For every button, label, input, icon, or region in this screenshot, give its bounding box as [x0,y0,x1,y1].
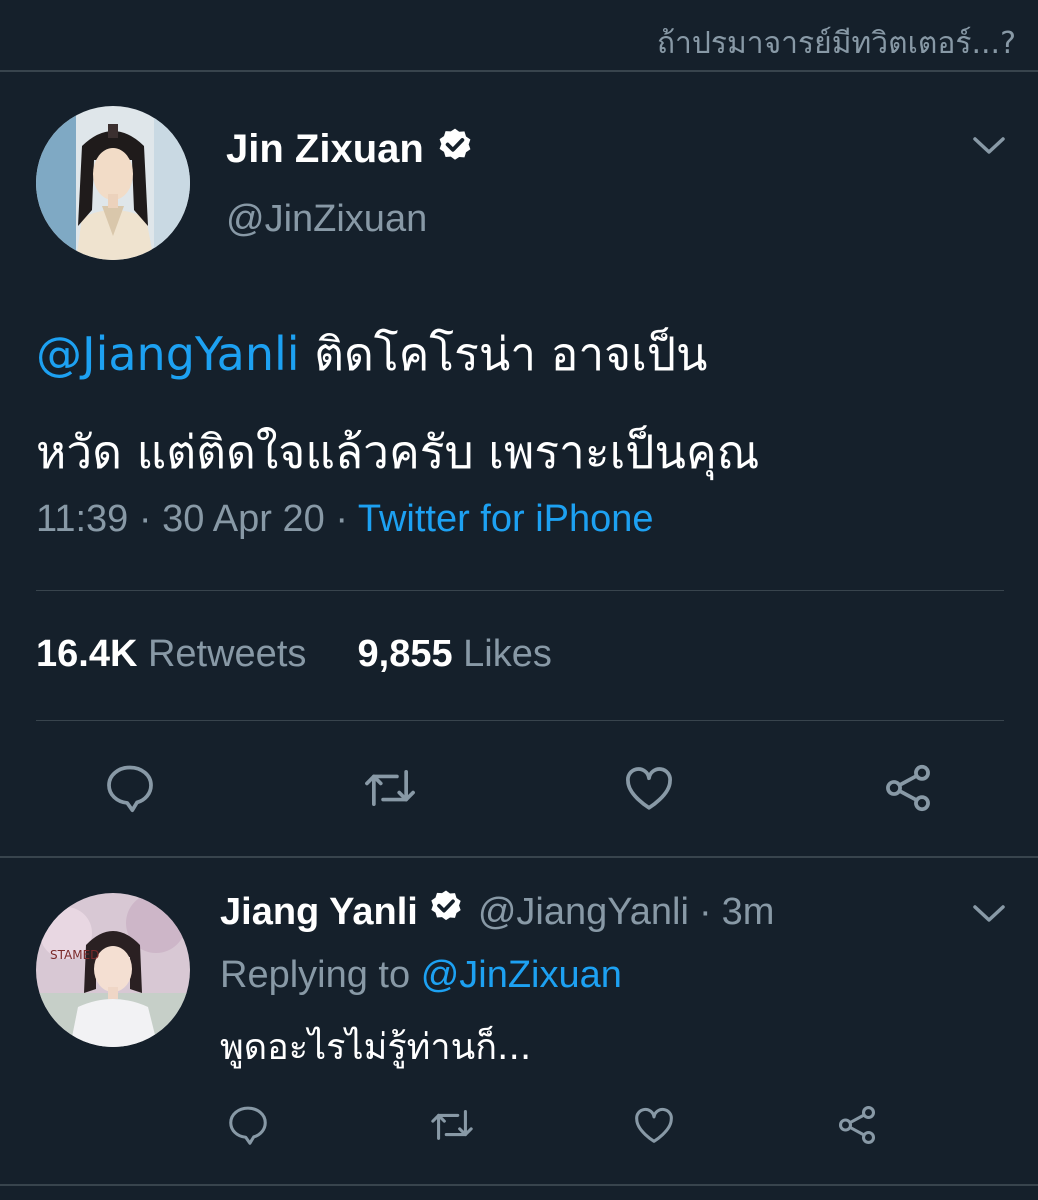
retweets-label: Retweets [147,633,307,675]
header-divider [0,70,1038,72]
likes-label: Likes [463,633,552,675]
main-tweet-handle[interactable]: @JinZixuan [226,198,427,241]
share-icon[interactable] [878,760,938,816]
tweet-time: 11:39 [36,498,129,540]
meta-divider [36,590,1004,591]
reply-tweet-author[interactable]: Jiang Yanli @JiangYanli · 3m [220,888,774,937]
stats-divider [36,720,1004,721]
reply-age: 3m [721,891,775,933]
like-icon[interactable] [630,1102,678,1148]
tweet-divider [0,856,1038,858]
tweet-stats: 16.4K Retweets 9,855 Likes [36,633,552,676]
bottom-divider [0,1184,1038,1186]
retweet-icon[interactable] [360,760,420,816]
tweet-text-line-1: @JiangYanli ติดโคโรน่า อาจเป็น [36,305,1006,403]
svg-text:STAMED: STAMED [50,948,99,962]
main-tweet-text: @JiangYanli ติดโคโรน่า อาจเป็น หวัด แต่ต… [36,305,1006,501]
tweet-text-line-1-rest: ติดโคโรน่า อาจเป็น [299,327,708,381]
tweet-source-link[interactable]: Twitter for iPhone [358,498,654,540]
share-icon[interactable] [832,1102,882,1148]
reply-tweet-text: พูดอะไรไม่รู้ท่านก็... [220,1027,532,1068]
retweet-icon[interactable] [426,1102,478,1148]
main-tweet-author[interactable]: Jin Zixuan [226,126,476,172]
tweet-mention-link[interactable]: @JiangYanli [36,327,300,381]
chevron-down-icon[interactable] [972,902,1006,930]
page-caption: ถ้าปรมาจารย์มีทวิตเตอร์...? [656,26,1016,61]
reply-handle[interactable]: @JiangYanli [478,891,689,934]
jin-zixuan-avatar[interactable] [36,106,190,260]
meta-separator: · [138,498,163,540]
reply-separator: · [698,891,712,933]
tweet-text-line-2: หวัด แต่ติดใจแล้วครับ เพราะเป็นคุณ [36,425,760,479]
jiang-yanli-avatar[interactable]: STAMED [36,893,190,1047]
reply-display-name[interactable]: Jiang Yanli [220,891,418,934]
reply-icon[interactable] [102,760,158,816]
reply-icon[interactable] [224,1102,272,1148]
chevron-down-icon[interactable] [972,134,1006,162]
likes-stat[interactable]: 9,855 Likes [358,633,552,675]
tweet-meta: 11:39 · 30 Apr 20 · Twitter for iPhone [36,498,654,541]
verified-badge-icon [434,126,476,172]
retweets-stat[interactable]: 16.4K Retweets [36,633,306,675]
main-tweet-display-name[interactable]: Jin Zixuan [226,127,424,172]
replying-to-link[interactable]: @JinZixuan [421,954,622,996]
like-icon[interactable] [620,760,678,816]
verified-badge-icon [426,888,466,937]
retweets-count: 16.4K [36,633,138,675]
meta-separator: · [335,498,358,540]
replying-to-line: Replying to @JinZixuan [220,954,622,997]
replying-label: Replying to [220,954,411,996]
likes-count: 9,855 [357,633,453,675]
tweet-date: 30 Apr 20 [162,498,325,540]
